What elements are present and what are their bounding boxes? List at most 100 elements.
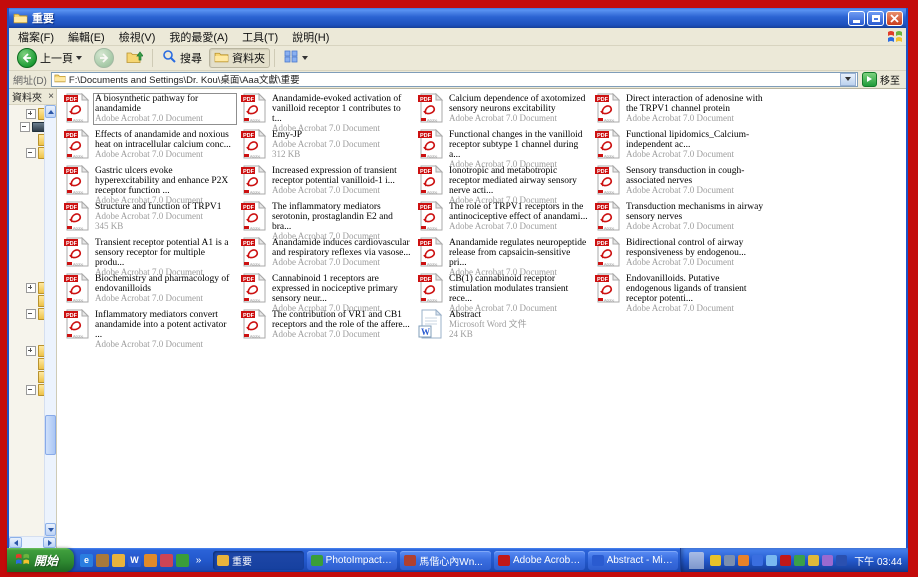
file-item[interactable]: PDF Adobe Inflammatory mediators convert… <box>62 308 239 344</box>
quick-launch-show-desktop-icon[interactable] <box>96 554 109 567</box>
search-button[interactable]: 搜尋 <box>157 47 207 69</box>
task-button-document-makai[interactable]: 馬偕心內Wn... <box>400 551 491 570</box>
tree-node[interactable] <box>9 294 45 307</box>
tree-node[interactable] <box>9 383 45 396</box>
file-item[interactable]: PDF Adobe Cannabinoid 1 receptors are ex… <box>239 272 416 308</box>
back-button[interactable]: 上一頁 <box>12 46 87 70</box>
tray-icon-6[interactable] <box>780 555 791 566</box>
forward-button[interactable] <box>89 46 119 70</box>
scroll-right-button[interactable] <box>43 537 56 548</box>
address-input[interactable]: F:\Documents and Settings\Dr. Kou\桌面\Aaa… <box>51 72 858 87</box>
collapse-icon[interactable] <box>26 385 36 395</box>
go-button[interactable]: 移至 <box>862 72 902 87</box>
file-item[interactable]: PDF Adobe Effects of anandamide and noxi… <box>62 128 239 164</box>
file-item[interactable]: PDF Adobe Bidirectional control of airwa… <box>593 236 770 272</box>
minimize-button[interactable] <box>848 11 865 26</box>
tree-node[interactable] <box>9 281 45 294</box>
quick-launch-folder-icon[interactable] <box>112 554 125 567</box>
tree-node[interactable] <box>9 107 45 120</box>
file-item[interactable]: PDF Adobe Ionotropic and metabotropic re… <box>416 164 593 200</box>
expand-icon[interactable] <box>26 283 36 293</box>
tray-icon-2[interactable] <box>724 555 735 566</box>
collapse-icon[interactable] <box>26 309 36 319</box>
folders-pane-close-icon[interactable]: × <box>48 92 54 102</box>
file-item[interactable]: PDF Adobe Anandamide regulates neuropept… <box>416 236 593 272</box>
file-item[interactable]: W AbstractMicrosoft Word 文件24 KB <box>416 308 593 344</box>
folders-vertical-scrollbar[interactable] <box>44 105 56 536</box>
file-item[interactable]: PDF Adobe Emy-JPAdobe Acrobat 7.0 Docume… <box>239 128 416 164</box>
folders-button[interactable]: 資料夾 <box>209 48 270 68</box>
title-bar[interactable]: 重要 <box>9 8 906 28</box>
file-item[interactable]: PDF Adobe Biochemistry and pharmacology … <box>62 272 239 308</box>
menu-item-edit[interactable]: 編輯(E) <box>61 28 112 46</box>
tray-icon-10[interactable] <box>836 555 847 566</box>
tray-icon-4[interactable] <box>752 555 763 566</box>
scroll-down-button[interactable] <box>45 523 56 536</box>
start-button[interactable]: 開始 <box>7 548 74 572</box>
task-button-word-abstract[interactable]: Abstract - Mic... <box>588 551 679 570</box>
file-item[interactable]: PDF Adobe The inflammatory mediators ser… <box>239 200 416 236</box>
tray-icon-1[interactable] <box>710 555 721 566</box>
maximize-button[interactable] <box>867 11 884 26</box>
tray-icon-8[interactable] <box>808 555 819 566</box>
tree-node[interactable] <box>9 133 45 146</box>
quick-launch-presentation-icon[interactable] <box>144 554 157 567</box>
file-item[interactable]: PDF Adobe Transient receptor potential A… <box>62 236 239 272</box>
go-label: 移至 <box>880 72 900 87</box>
file-item[interactable]: PDF Adobe Direct interaction of adenosin… <box>593 92 770 128</box>
views-button[interactable] <box>279 48 313 68</box>
file-item[interactable]: PDF Adobe Functional lipidomics_Calcium-… <box>593 128 770 164</box>
file-item[interactable]: PDF Adobe Structure and function of TRPV… <box>62 200 239 236</box>
menu-item-view[interactable]: 檢視(V) <box>112 28 163 46</box>
file-text: Direct interaction of adenosine with the… <box>624 93 768 125</box>
tray-icon-5[interactable] <box>766 555 777 566</box>
menu-item-favorites[interactable]: 我的最愛(A) <box>162 28 235 46</box>
file-item[interactable]: PDF Adobe The role of TRPV1 receptors in… <box>416 200 593 236</box>
tray-icon-3[interactable] <box>738 555 749 566</box>
menu-item-file[interactable]: 檔案(F) <box>11 28 61 46</box>
file-item[interactable]: PDF Adobe Calcium dependence of axotomiz… <box>416 92 593 128</box>
collapse-icon[interactable] <box>26 148 36 158</box>
quick-launch-album-icon[interactable] <box>160 554 173 567</box>
file-item[interactable]: PDF Adobe Functional changes in the vani… <box>416 128 593 164</box>
tree-node[interactable] <box>9 146 45 159</box>
file-item[interactable]: PDF Adobe Transduction mechanisms in air… <box>593 200 770 236</box>
tree-node-desktop[interactable] <box>9 120 45 133</box>
expand-icon[interactable] <box>26 346 36 356</box>
file-item[interactable]: PDF Adobe Endovanilloids. Putative endog… <box>593 272 770 308</box>
file-item[interactable]: PDF Adobe CB(1) cannabinoid receptor sti… <box>416 272 593 308</box>
menu-item-help[interactable]: 說明(H) <box>285 28 336 46</box>
file-item[interactable]: PDF Adobe Increased expression of transi… <box>239 164 416 200</box>
tray-icon-7[interactable] <box>794 555 805 566</box>
file-item[interactable]: PDF Adobe Anandamide induces cardiovascu… <box>239 236 416 272</box>
file-item[interactable]: PDF Adobe The contribution of VR1 and CB… <box>239 308 416 344</box>
close-button[interactable] <box>886 11 903 26</box>
tree-node[interactable] <box>9 357 45 370</box>
collapse-icon[interactable] <box>20 122 30 132</box>
tree-node[interactable] <box>9 307 45 320</box>
expand-icon[interactable] <box>26 109 36 119</box>
up-button[interactable] <box>121 47 148 69</box>
quick-launch-internet-explorer-icon[interactable]: e <box>80 554 93 567</box>
file-item[interactable]: PDF Adobe Sensory transduction in cough-… <box>593 164 770 200</box>
svg-text:PDF: PDF <box>243 169 255 175</box>
folders-horizontal-scrollbar[interactable] <box>9 536 56 548</box>
address-dropdown-button[interactable] <box>840 73 856 86</box>
quick-launch-word-icon[interactable]: W <box>128 554 141 567</box>
quick-launch-overflow-icon[interactable]: » <box>192 554 205 567</box>
quick-launch-photoimpact-icon[interactable] <box>176 554 189 567</box>
tree-node[interactable] <box>9 370 45 383</box>
task-button-photoimpact[interactable]: PhotoImpact -... <box>307 551 398 570</box>
tray-icon-9[interactable] <box>822 555 833 566</box>
file-item[interactable]: PDF Adobe Anandamide-evoked activation o… <box>239 92 416 128</box>
scroll-left-button[interactable] <box>9 537 22 548</box>
file-item[interactable]: PDF Adobe Gastric ulcers evoke hyperexci… <box>62 164 239 200</box>
scroll-up-button[interactable] <box>45 105 56 118</box>
file-item[interactable]: PDF Adobe A biosynthetic pathway for ana… <box>62 92 239 128</box>
menu-item-tools[interactable]: 工具(T) <box>235 28 285 46</box>
task-button-adobe-acrobat[interactable]: Adobe Acroba... <box>494 551 585 570</box>
tree-node[interactable] <box>9 344 45 357</box>
language-bar-button[interactable] <box>689 552 704 569</box>
scrollbar-thumb[interactable] <box>45 415 56 455</box>
task-button-folder-important[interactable]: 重要 <box>213 551 304 570</box>
